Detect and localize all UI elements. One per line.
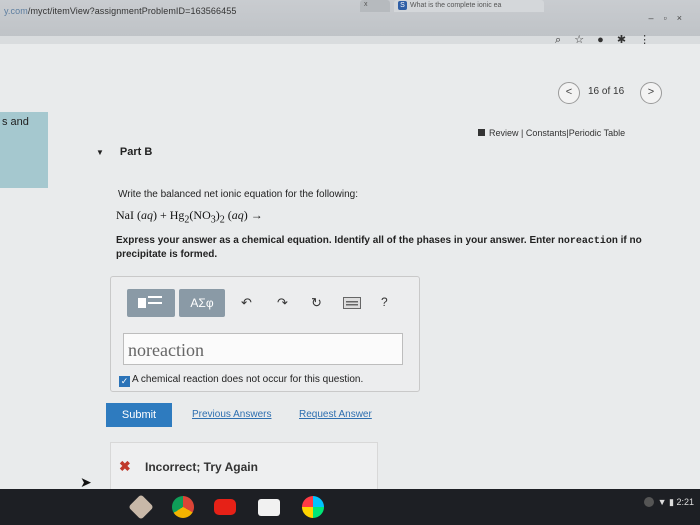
no-reaction-label: A chemical reaction does not occur for t…: [132, 374, 364, 385]
tab-strip: x S What is the complete ionic ea: [360, 0, 700, 14]
part-title: Part B: [119, 146, 153, 158]
greek-symbols-button[interactable]: ΑΣφ: [179, 289, 225, 317]
os-taskbar: ▼ ▮ 2:21: [0, 489, 700, 525]
answer-input[interactable]: noreaction: [123, 333, 403, 365]
browser-chrome: y.com/myct/itemView?assignmentProblemID=…: [0, 0, 700, 36]
templates-icon: [138, 296, 162, 308]
close-icon[interactable]: ×: [677, 13, 692, 23]
review-link[interactable]: Review: [489, 128, 519, 138]
window-controls[interactable]: –▫×: [649, 13, 692, 23]
prev-item-button[interactable]: <: [558, 82, 580, 104]
chemical-equation: NaI (aq) + Hg2(NO3)2 (aq) →: [116, 208, 263, 226]
constants-link[interactable]: Constants: [526, 128, 567, 138]
review-icon: [478, 129, 485, 136]
page-content: < 16 of 16 > s and Review | Constants|Pe…: [0, 44, 700, 490]
maximize-icon[interactable]: ▫: [664, 13, 677, 23]
side-panel-label: s and: [2, 116, 29, 128]
notification-icon[interactable]: [643, 497, 654, 507]
request-answer-link[interactable]: Request Answer: [299, 409, 372, 420]
item-position: 16 of 16: [588, 86, 625, 97]
periodic-table-link[interactable]: Periodic Table: [569, 128, 625, 138]
tab-close-label[interactable]: x: [364, 1, 368, 8]
submit-button[interactable]: Submit: [106, 403, 172, 427]
answer-panel: ΑΣφ ↶ ↷ ↻ ? noreaction ✓ A chemical react…: [110, 276, 420, 392]
answer-instructions: Express your answer as a chemical equati…: [116, 234, 676, 261]
tab-title: What is the complete ionic ea: [410, 2, 502, 9]
tab-active[interactable]: S What is the complete ionic ea: [394, 0, 544, 12]
app-launcher-icon[interactable]: [128, 494, 154, 520]
collapse-caret-icon[interactable]: ▼: [96, 148, 104, 157]
separator: |: [521, 128, 524, 138]
feedback-message: Incorrect; Try Again: [145, 460, 258, 474]
no-reaction-option[interactable]: ✓ A chemical reaction does not occur for …: [119, 374, 363, 387]
clock: 2:21: [676, 497, 694, 507]
battery-icon: ▮: [669, 497, 674, 507]
youtube-icon[interactable]: [214, 499, 236, 515]
gmail-icon[interactable]: [258, 499, 280, 516]
side-panel-tab[interactable]: s and: [0, 112, 48, 188]
previous-answers-link[interactable]: Previous Answers: [192, 409, 271, 420]
undo-icon[interactable]: ↶: [241, 295, 252, 311]
incorrect-icon: ✖: [119, 458, 131, 474]
tab-favicon-icon: S: [398, 1, 407, 10]
help-icon[interactable]: ?: [381, 295, 388, 309]
minimize-icon[interactable]: –: [649, 13, 664, 23]
reset-icon[interactable]: ↻: [311, 295, 322, 311]
no-reaction-checkbox[interactable]: ✓: [119, 376, 130, 387]
item-navigation: < 16 of 16 >: [540, 82, 690, 108]
wifi-icon: ▼: [657, 497, 667, 507]
url-domain: y.com: [4, 6, 28, 16]
url-path: /myct/itemView?assignmentProblemID=16356…: [27, 6, 237, 16]
question-prompt: Write the balanced net ionic equation fo…: [118, 189, 358, 200]
instructions-keyword: noreaction: [557, 236, 618, 247]
tab-previous[interactable]: x: [360, 0, 390, 12]
review-links: Review | Constants|Periodic Table: [478, 128, 625, 138]
system-tray[interactable]: ▼ ▮ 2:21: [643, 497, 694, 508]
instructions-text: Express your answer as a chemical equati…: [116, 235, 558, 246]
templates-button[interactable]: [127, 289, 175, 317]
chrome-icon[interactable]: [172, 496, 194, 518]
part-header[interactable]: ▼ Part B: [96, 146, 152, 158]
redo-icon[interactable]: ↷: [277, 295, 288, 311]
next-item-button[interactable]: >: [640, 82, 662, 104]
feedback-panel: ✖ Incorrect; Try Again: [110, 442, 378, 489]
play-store-icon[interactable]: [302, 496, 324, 518]
address-bar[interactable]: y.com/myct/itemView?assignmentProblemID=…: [4, 6, 236, 16]
keyboard-icon[interactable]: [343, 297, 361, 312]
